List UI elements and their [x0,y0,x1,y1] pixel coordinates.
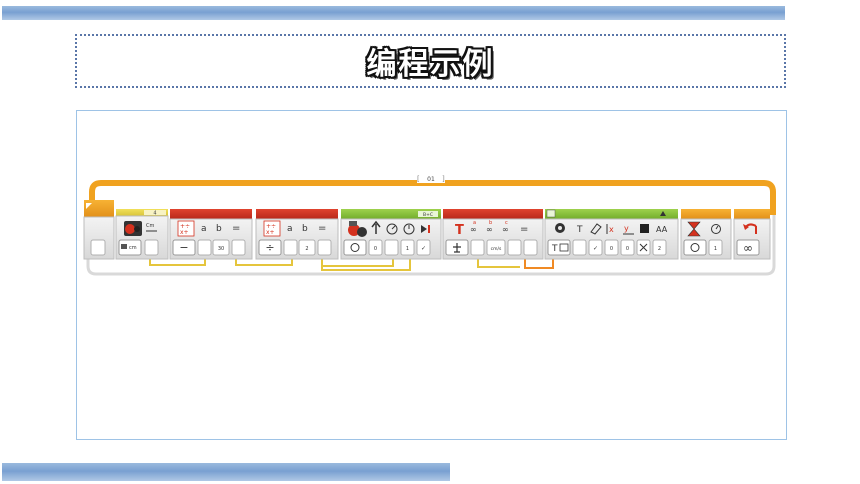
bottom-decorative-band [2,463,450,481]
input-b-label: b [302,224,308,234]
display-screen-icon [546,209,556,218]
math-op-symbol: ÷ [265,241,274,254]
input-b-label: b [216,224,222,234]
input-a-plug[interactable] [197,239,212,256]
display-mode-glyph: T [551,244,558,254]
robot-sensor-icon [124,221,142,236]
input-a-plug[interactable] [283,239,298,256]
text-input-c[interactable] [507,239,522,256]
loop-label[interactable]: 01 [427,176,435,183]
rotations-value: 1 [406,246,409,252]
math-subtract-block[interactable]: +÷ x+ a b = − 30 [169,209,253,260]
display-x-value: 0 [610,246,613,252]
output-equals-label: = [232,223,240,234]
math-divide-block[interactable]: +÷ x+ a b = ÷ 2 [255,209,339,260]
display-y-value: 0 [626,246,629,252]
display-block[interactable]: T x y AA T ✓ 0 0 2 [544,209,679,260]
math-op-symbol: − [179,241,188,254]
output-plug[interactable] [317,239,332,256]
motor-mode-selector[interactable] [343,239,367,256]
svg-text:x+: x+ [266,229,275,236]
steering-value: 0 [374,246,377,252]
input-b-text: 2 [305,246,308,252]
text-output-equals: = [520,224,528,235]
svg-text:x: x [609,225,614,234]
text-block[interactable]: T a b c ∞ ∞ ∞ = cm/s [442,209,544,260]
display-font-value: 2 [658,246,661,252]
math-icon: +÷ x+ [263,220,281,237]
display-mode-icon [555,223,565,233]
move-steering-block[interactable]: B+C 0 1 ✓ [340,209,442,260]
loop-label-bracket-left: [ [417,175,420,183]
svg-text:x+: x+ [180,229,189,236]
svg-text:T: T [455,223,464,238]
sensor-output-plug[interactable] [144,239,159,256]
ultrasonic-sensor-block[interactable]: 4 Cm cm [115,209,169,260]
wait-seconds-value: 1 [714,246,717,252]
power-input-plug[interactable] [384,239,399,256]
motor-port-label: B+C [423,212,433,218]
text-mode-icon: T [576,225,583,235]
output-plug[interactable] [231,239,246,256]
svg-text:y: y [624,224,629,233]
wait-block[interactable]: 1 [680,209,732,260]
text-input-a[interactable] [470,239,485,256]
font-icon: AA [656,225,668,234]
display-clear-value: ✓ [593,245,598,252]
output-equals-label: = [318,223,326,234]
brake-value: ✓ [421,245,426,252]
input-a-label: a [287,224,293,234]
loop-label-bracket-right: ] [442,175,445,183]
svg-text:Cm: Cm [146,223,154,229]
text-icon: T [455,223,464,238]
svg-text:∞: ∞ [486,225,493,234]
svg-text:∞: ∞ [470,225,477,234]
x-icon: x [606,224,614,234]
ev3-program: 01 [ ] 4 Cm cm +÷ x+ a b = − 30 +÷ x+ a … [83,175,776,276]
color-icon [640,224,649,233]
loop-end-block[interactable]: ∞ [733,209,771,260]
math-icon: +÷ x+ [177,220,195,237]
wait-mode-selector[interactable] [683,239,707,256]
text-input-b-value: cm/s [491,246,502,252]
loop-start-header [84,200,114,217]
display-text-input-plug[interactable] [572,239,587,256]
input-b-text: 30 [218,246,224,252]
input-a-label: a [201,224,207,234]
sensor-unit-label: cm [129,245,137,251]
infinity-icon: ∞ [743,241,753,255]
text-output-plug[interactable] [523,239,538,256]
svg-text:∞: ∞ [502,225,509,234]
